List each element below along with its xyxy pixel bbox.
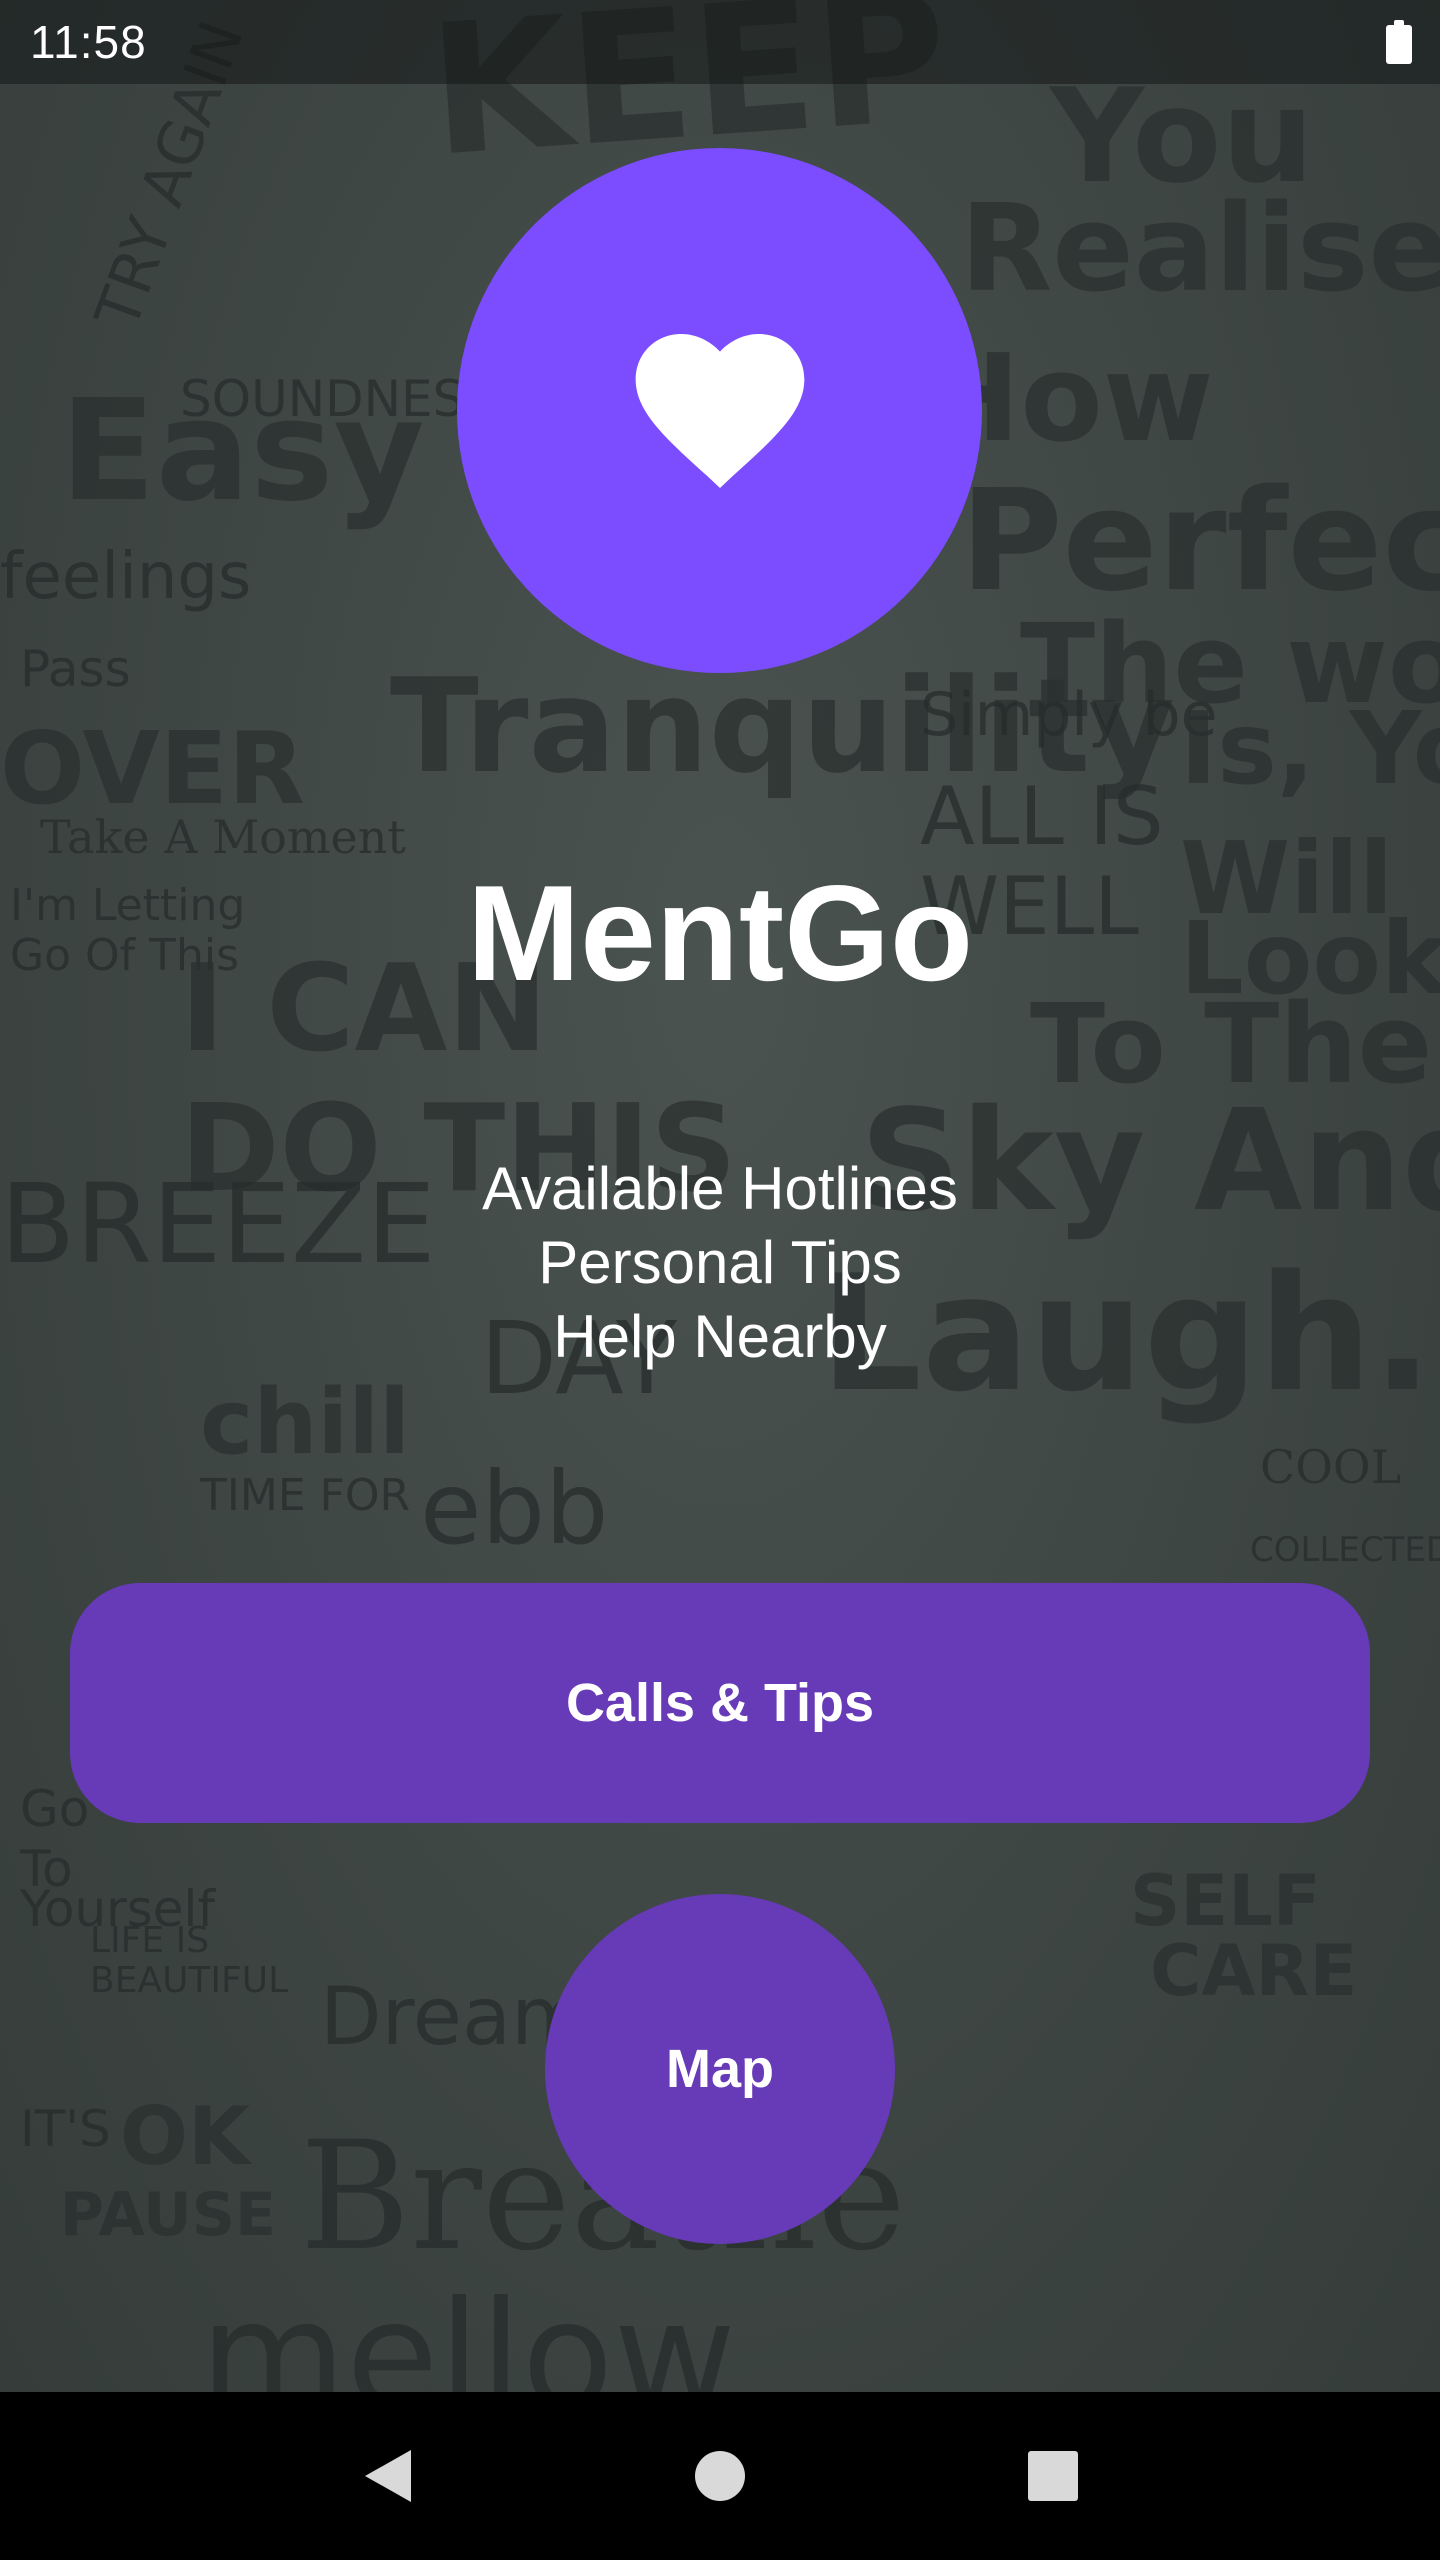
app-screen: KEEP You Realise TRY AGAIN Easy SOUNDNES… bbox=[0, 0, 1440, 2560]
back-triangle-icon[interactable] bbox=[347, 2436, 427, 2516]
feature-list: Available Hotlines Personal Tips Help Ne… bbox=[0, 1152, 1440, 1374]
feature-tips: Personal Tips bbox=[538, 1229, 902, 1296]
recents-square-icon[interactable] bbox=[1013, 2436, 1093, 2516]
navigation-bar bbox=[0, 2392, 1440, 2560]
feature-help-nearby: Help Nearby bbox=[553, 1303, 887, 1370]
feature-hotlines: Available Hotlines bbox=[482, 1155, 958, 1222]
home-circle-icon[interactable] bbox=[680, 2436, 760, 2516]
status-bar: 11:58 bbox=[0, 0, 1440, 84]
battery-full-icon bbox=[1386, 20, 1412, 64]
map-button[interactable]: Map bbox=[545, 1894, 895, 2244]
heart-icon bbox=[632, 329, 808, 493]
calls-tips-button[interactable]: Calls & Tips bbox=[70, 1583, 1370, 1823]
status-time: 11:58 bbox=[30, 16, 147, 68]
app-logo bbox=[457, 148, 982, 673]
app-title: MentGo bbox=[466, 857, 974, 1009]
